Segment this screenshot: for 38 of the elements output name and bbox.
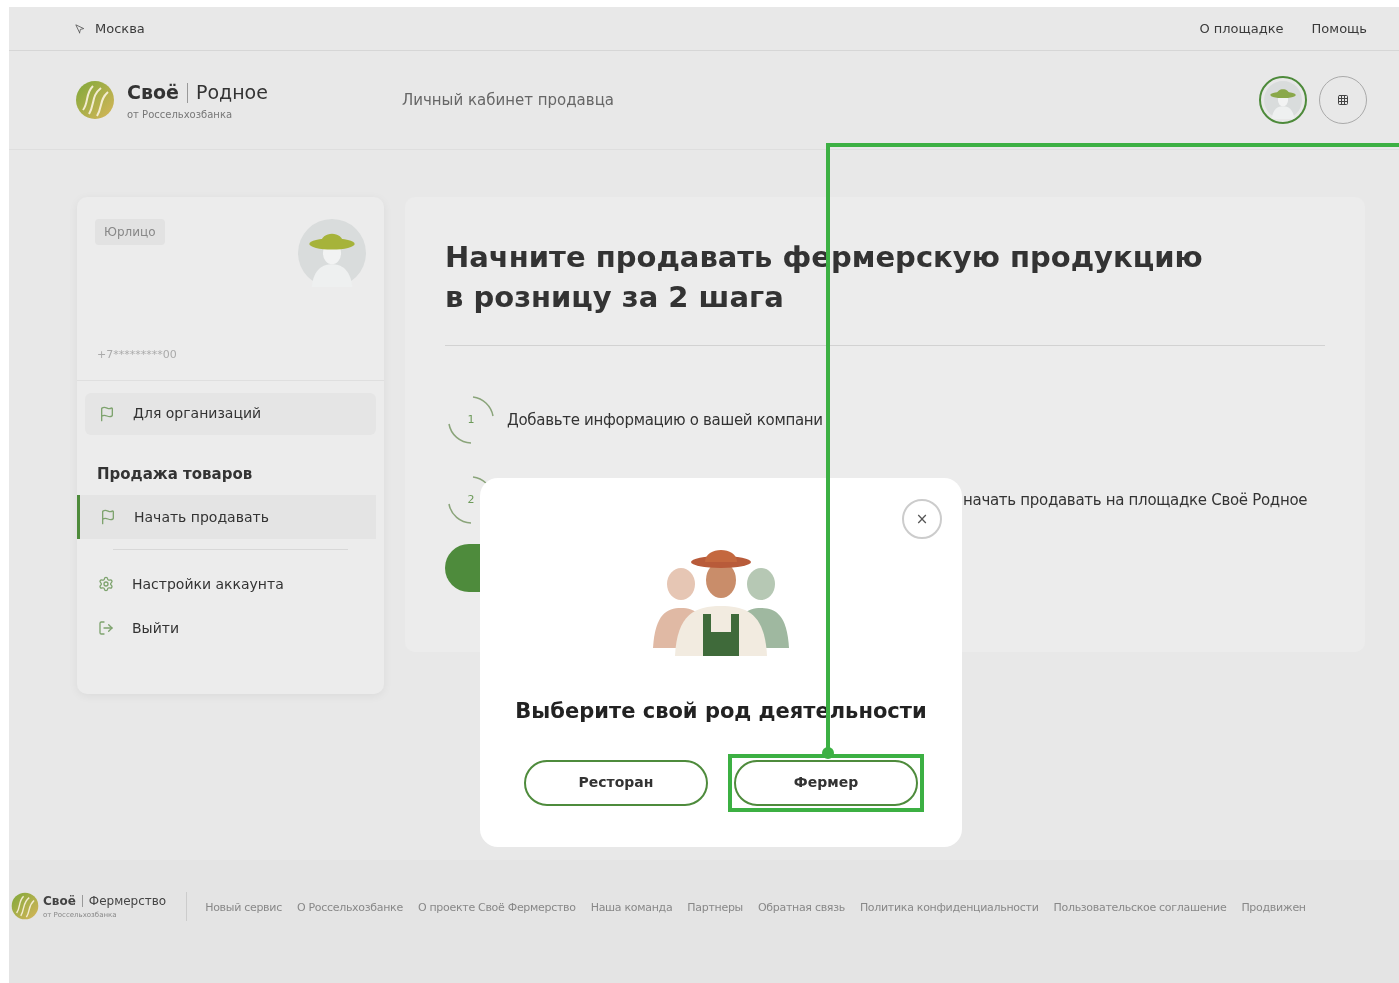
close-button[interactable]: × bbox=[902, 499, 942, 539]
activity-button[interactable]: Ресторан bbox=[524, 759, 708, 806]
avatar-icon bbox=[298, 219, 366, 287]
avatar-icon bbox=[1264, 81, 1302, 119]
settings-icon bbox=[98, 576, 114, 592]
step-ring-icon bbox=[445, 394, 497, 446]
step-text: Добавьте информацию о вашей компани bbox=[507, 409, 823, 431]
menu-item[interactable]: Выйти bbox=[77, 610, 384, 646]
menu-section-title: Продажа товаров bbox=[96, 463, 254, 485]
phone-number: +7*********00 bbox=[96, 347, 178, 363]
profile-button[interactable] bbox=[1259, 76, 1307, 124]
flag-icon bbox=[100, 509, 116, 525]
grid-icon bbox=[1337, 94, 1349, 106]
top-nav-link[interactable]: О площадке bbox=[1199, 18, 1284, 39]
page-heading: в розницу за 2 шага bbox=[445, 279, 785, 316]
menu-item[interactable]: Начать продавать bbox=[77, 495, 376, 539]
step-text: начать продавать на площадке Своё Родное bbox=[963, 489, 1308, 511]
brand-name: Своё bbox=[127, 80, 179, 106]
brand-name: Своё bbox=[43, 893, 76, 910]
step-number: 1 bbox=[467, 411, 475, 428]
brand-divider bbox=[186, 82, 188, 103]
account-type-badge: Юрлицо bbox=[95, 219, 165, 245]
brand-name: Фермерство bbox=[88, 893, 167, 910]
city-link[interactable]: Москва bbox=[95, 18, 145, 39]
logo-icon bbox=[75, 80, 115, 120]
activity-button[interactable]: Фермер bbox=[734, 759, 918, 806]
step-number: 2 bbox=[467, 491, 475, 508]
logo-icon bbox=[11, 892, 39, 921]
top-nav-link[interactable]: Помощь bbox=[1311, 18, 1367, 39]
brand-divider bbox=[81, 895, 83, 907]
flag-icon bbox=[99, 405, 115, 422]
menu-item[interactable]: Настройки аккаунта bbox=[77, 566, 384, 602]
brand-name: Родное bbox=[195, 80, 268, 106]
brand-subtitle: от Россельхозбанка bbox=[127, 107, 234, 122]
menu-item[interactable]: Для организаций bbox=[85, 392, 376, 435]
location-icon bbox=[75, 23, 85, 34]
section-title: Личный кабинет продавца bbox=[401, 89, 615, 111]
exit-icon bbox=[98, 620, 114, 636]
